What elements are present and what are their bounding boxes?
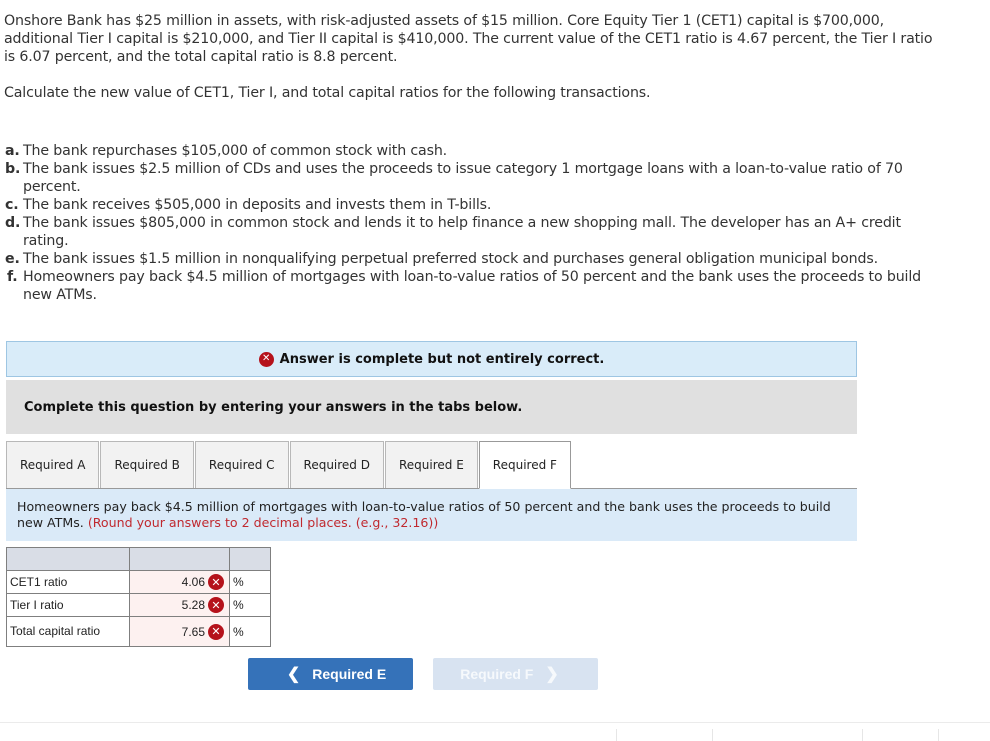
instructions-text: Complete this question by entering your … [24,399,523,415]
answer-value: 5.28 [181,598,205,612]
transaction-item: b. The bank issues $2.5 million of CDs an… [5,160,945,196]
tab-required-a[interactable]: Required A [6,441,100,488]
table-row: CET1 ratio 4.06 ✕ % [6,570,271,594]
item-letter: a. [5,143,20,159]
tab-required-c[interactable]: Required C [194,441,289,488]
answer-input-total-capital[interactable]: 7.65 ✕ [129,616,230,647]
answer-status-text: Answer is complete but not entirely corr… [279,351,605,367]
tab-required-f[interactable]: Required F [478,441,571,489]
next-label: Required F [460,666,534,682]
transaction-item: e. The bank issues $1.5 million in nonqua… [5,250,945,268]
answer-input-cet1[interactable]: 4.06 ✕ [129,570,230,594]
item-letter: f. [7,269,18,285]
row-label: CET1 ratio [6,570,130,594]
tab-required-d[interactable]: Required D [289,441,384,488]
item-letter: e. [5,251,20,267]
tab-required-b[interactable]: Required B [100,441,194,488]
item-text: The bank issues $2.5 million of CDs and … [23,161,903,195]
header-cell [6,547,130,571]
footer-separator [938,729,939,741]
transaction-item: c. The bank receives $505,000 in deposits… [5,196,945,214]
incorrect-icon: ✕ [208,574,224,590]
chevron-left-icon: ❮ [286,666,301,683]
unit-cell: % [229,616,271,647]
footer-separator [616,729,617,741]
item-letter: b. [5,161,21,177]
previous-required-button[interactable]: ❮ Required E [248,658,413,690]
item-letter: d. [5,215,21,231]
chevron-right-icon: ❯ [545,666,559,683]
next-required-button: Required F ❯ [433,658,598,690]
answer-input-tier1[interactable]: 5.28 ✕ [129,593,230,617]
question-intro: Onshore Bank has $25 million in assets, … [4,13,933,65]
table-row: Total capital ratio 7.65 ✕ % [6,616,271,647]
tab-required-e[interactable]: Required E [384,441,478,488]
row-label: Total capital ratio [6,616,130,647]
transaction-item: d. The bank issues $805,000 in common sto… [5,214,945,250]
x-circle-icon: ✕ [258,351,274,367]
incorrect-icon: ✕ [208,597,224,613]
transaction-item: f. Homeowners pay back $4.5 million of mo… [5,268,945,304]
header-cell [229,547,271,571]
footer-separator [712,729,713,741]
item-text: The bank repurchases $105,000 of common … [23,143,448,159]
transaction-item: a. The bank repurchases $105,000 of commo… [5,142,945,160]
table-row: Tier I ratio 5.28 ✕ % [6,593,271,617]
item-text: The bank receives $505,000 in deposits a… [23,197,492,213]
item-text: Homeowners pay back $4.5 million of mort… [23,269,921,303]
item-text: The bank issues $805,000 in common stock… [23,215,901,249]
header-cell [129,547,230,571]
answer-status-banner: ✕ Answer is complete but not entirely co… [6,341,857,377]
answer-value: 7.65 [181,624,205,639]
footer-separator [862,729,863,741]
tab-panel-description: Homeowners pay back $4.5 million of mort… [6,489,857,541]
question-prompt: Calculate the new value of CET1, Tier I,… [4,85,651,101]
previous-label: Required E [312,666,387,682]
rounding-hint: (Round your answers to 2 decimal places.… [87,515,439,530]
incorrect-icon: ✕ [208,623,224,640]
footer-divider [0,722,990,723]
answer-table: CET1 ratio 4.06 ✕ % Tier I ratio 5.28 ✕ % … [6,547,271,647]
unit-cell: % [229,593,271,617]
item-letter: c. [5,197,19,213]
answer-value: 4.06 [181,575,205,589]
transaction-list: a. The bank repurchases $105,000 of commo… [5,142,945,304]
question-text: Onshore Bank has $25 million in assets, … [4,12,944,102]
row-label: Tier I ratio [6,593,130,617]
item-text: The bank issues $1.5 million in nonquali… [23,251,878,267]
instructions-bar: Complete this question by entering your … [6,380,857,434]
tab-bar: Required A Required B Required C Require… [6,441,857,489]
table-header-row [6,547,271,571]
unit-cell: % [229,570,271,594]
